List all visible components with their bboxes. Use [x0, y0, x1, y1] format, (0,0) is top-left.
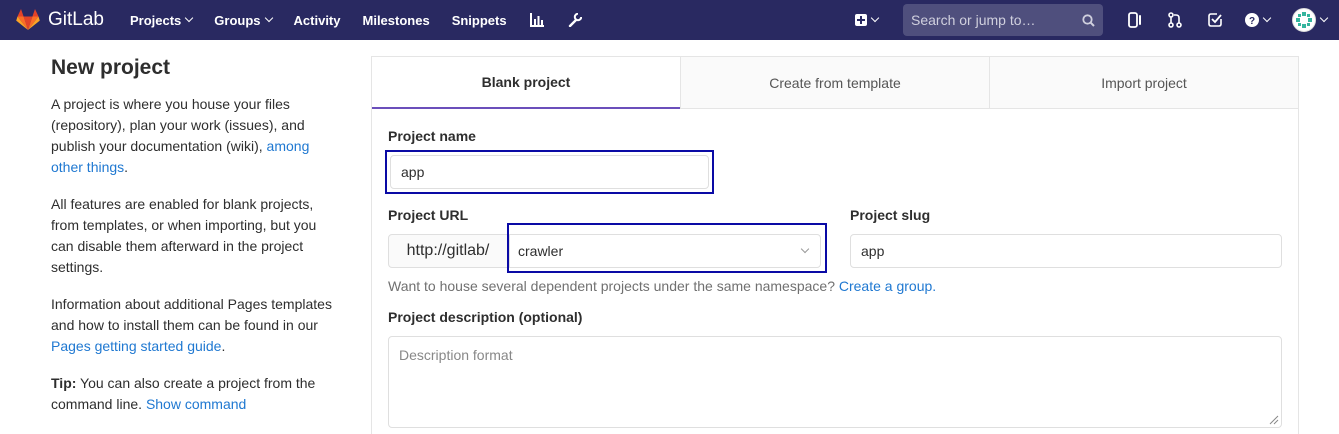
nav-projects-label: Projects	[129, 12, 182, 28]
page-title: New project	[51, 56, 171, 79]
namespace-help: Want to house several dependent projects…	[388, 278, 936, 294]
project-tabs: Blank project Create from template Impor…	[372, 57, 1298, 109]
pages-text: Information about additional Pages templ…	[51, 296, 332, 333]
project-name-input[interactable]: app	[390, 155, 709, 189]
new-project-panel: Blank project Create from template Impor…	[371, 56, 1299, 434]
chevron-down-icon	[1319, 13, 1328, 23]
pages-guide-link[interactable]: Pages getting started guide	[51, 338, 221, 354]
namespace-value: crawler	[518, 243, 564, 259]
merge-request-icon[interactable]	[1155, 0, 1195, 40]
search-input[interactable]: Search or jump to…	[903, 4, 1103, 36]
project-description-label: Project description (optional)	[388, 309, 583, 325]
create-group-link[interactable]: Create a group.	[839, 278, 936, 294]
todo-check-icon[interactable]	[1195, 0, 1235, 40]
search-placeholder: Search or jump to…	[911, 12, 1036, 28]
nav-projects[interactable]: Projects	[129, 12, 194, 28]
user-menu-dropdown[interactable]	[1279, 0, 1339, 40]
gitlab-home-link[interactable]: GitLab	[16, 9, 104, 31]
project-url-label: Project URL	[388, 207, 469, 223]
top-navbar: GitLab Projects Groups Activity Mileston…	[0, 0, 1339, 40]
project-url-prefix: http://gitlab/	[388, 234, 508, 268]
project-slug-input[interactable]: app	[850, 234, 1282, 268]
plus-square-icon	[854, 14, 867, 26]
features-paragraph: All features are enabled for blank proje…	[51, 196, 317, 275]
avatar	[1291, 8, 1316, 32]
pages-paragraph: Information about additional Pages templ…	[51, 294, 336, 357]
namespace-help-text: Want to house several dependent projects…	[388, 278, 839, 294]
nav-milestones[interactable]: Milestones	[363, 13, 430, 28]
nav-groups-label: Groups	[214, 12, 261, 28]
identicon-icon	[1295, 12, 1312, 28]
analytics-chart-icon[interactable]	[529, 12, 545, 28]
search-icon	[1082, 13, 1095, 27]
tab-create-from-template[interactable]: Create from template	[680, 57, 989, 109]
admin-wrench-icon[interactable]	[567, 12, 583, 28]
tip-label: Tip:	[51, 375, 77, 391]
chevron-down-icon	[1262, 13, 1271, 23]
intro-end: .	[124, 159, 129, 175]
nav-groups[interactable]: Groups	[214, 12, 273, 28]
chevron-down-icon	[800, 244, 810, 254]
project-name-label: Project name	[388, 128, 476, 144]
question-circle-icon: ?	[1244, 13, 1259, 27]
project-slug-label: Project slug	[850, 207, 931, 223]
tip-paragraph: Tip: You can also create a project from …	[51, 373, 336, 415]
brand-name: GitLab	[48, 9, 104, 30]
new-project-info: New project A project is where you house…	[51, 56, 336, 431]
chevron-down-icon	[185, 13, 194, 23]
tab-import-project[interactable]: Import project	[989, 57, 1298, 109]
nav-activity[interactable]: Activity	[294, 13, 341, 28]
svg-text:?: ?	[1248, 16, 1254, 27]
chevron-down-icon	[870, 13, 879, 23]
chevron-down-icon	[264, 13, 273, 23]
resize-handle-icon[interactable]	[1269, 415, 1279, 425]
gitlab-logo-icon	[16, 9, 40, 30]
new-item-dropdown[interactable]	[847, 0, 885, 40]
namespace-select[interactable]: crawler	[509, 234, 821, 268]
intro-paragraph: A project is where you house your files …	[51, 94, 336, 178]
show-command-link[interactable]: Show command	[146, 396, 246, 412]
help-dropdown[interactable]: ?	[1235, 0, 1279, 40]
tab-blank-project[interactable]: Blank project	[372, 57, 680, 109]
sidebar-panel-icon[interactable]	[1115, 0, 1155, 40]
nav-snippets[interactable]: Snippets	[452, 13, 507, 28]
pages-end: .	[221, 338, 226, 354]
project-description-textarea[interactable]: Description format	[388, 336, 1282, 428]
description-placeholder: Description format	[399, 347, 513, 363]
